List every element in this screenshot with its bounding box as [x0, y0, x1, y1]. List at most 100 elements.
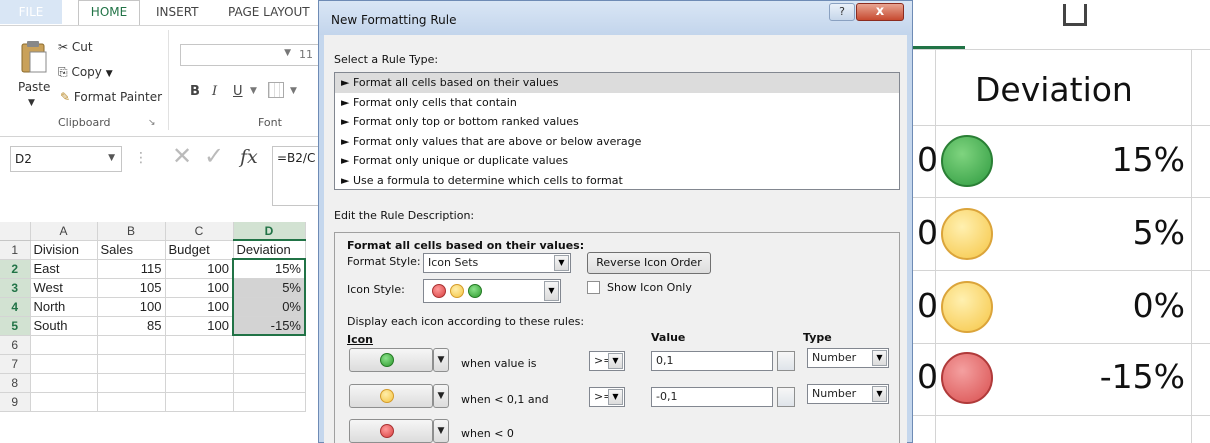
- reverse-icon-order-button[interactable]: Reverse Icon Order: [587, 252, 711, 274]
- cell-b6[interactable]: [97, 335, 166, 355]
- rule-type-item[interactable]: ► Use a formula to determine which cells…: [335, 171, 899, 191]
- paste-button[interactable]: Paste: [18, 80, 50, 94]
- value-input[interactable]: 0,1: [651, 351, 773, 371]
- chevron-down-icon[interactable]: ▼: [872, 386, 887, 402]
- cell-d8[interactable]: [233, 373, 306, 393]
- column-header-d[interactable]: D: [233, 222, 306, 241]
- font-size-dropdown-icon[interactable]: ▼: [284, 48, 291, 58]
- name-box-dropdown-icon[interactable]: ▼: [108, 153, 115, 163]
- chevron-down-icon[interactable]: ▼: [433, 419, 449, 443]
- cell-b9[interactable]: [97, 392, 166, 412]
- cell-a3[interactable]: West: [30, 278, 98, 298]
- rule-type-item[interactable]: ► Format only values that are above or b…: [335, 132, 899, 152]
- cell-c8[interactable]: [165, 373, 234, 393]
- formula-bar-splitter[interactable]: ⋮: [134, 150, 148, 166]
- select-all-corner[interactable]: [0, 222, 31, 241]
- column-header-b[interactable]: B: [97, 222, 166, 241]
- tab-home[interactable]: HOME: [78, 0, 140, 26]
- cell-c9[interactable]: [165, 392, 234, 412]
- row-header[interactable]: 5: [0, 316, 31, 336]
- dialog-launcher-icon[interactable]: ↘: [148, 118, 156, 128]
- cell-b3[interactable]: 105: [97, 278, 166, 298]
- range-picker-icon[interactable]: [777, 351, 795, 371]
- row-header[interactable]: 9: [0, 392, 31, 412]
- cell-a8[interactable]: [30, 373, 98, 393]
- rule-type-item[interactable]: ► Format all cells based on their values: [335, 73, 899, 93]
- paste-icon[interactable]: [20, 40, 48, 74]
- underline-button[interactable]: U: [233, 84, 243, 99]
- cell-d7[interactable]: [233, 354, 306, 374]
- value-input[interactable]: -0,1: [651, 387, 773, 407]
- cell-c1[interactable]: Budget: [165, 240, 234, 260]
- cell-a2[interactable]: East: [30, 259, 98, 279]
- operator-select[interactable]: >= ▼: [589, 351, 625, 371]
- rule-icon-select[interactable]: [349, 348, 433, 372]
- type-select[interactable]: Number ▼: [807, 384, 889, 404]
- insert-function-icon[interactable]: fx: [240, 146, 258, 168]
- cell-d1[interactable]: Deviation: [233, 240, 306, 260]
- rule-type-item[interactable]: ► Format only cells that contain: [335, 93, 899, 113]
- cell-c5[interactable]: 100: [165, 316, 234, 336]
- cell-a4[interactable]: North: [30, 297, 98, 317]
- cell-b7[interactable]: [97, 354, 166, 374]
- format-painter-button[interactable]: ✎ Format Painter: [60, 90, 162, 104]
- chevron-down-icon[interactable]: ▼: [433, 348, 449, 372]
- cell-c6[interactable]: [165, 335, 234, 355]
- tab-page-layout[interactable]: PAGE LAYOUT: [228, 5, 310, 19]
- copy-dropdown-icon[interactable]: ▼: [106, 69, 113, 79]
- row-header[interactable]: 1: [0, 240, 31, 260]
- cell-b4[interactable]: 100: [97, 297, 166, 317]
- cell-c3[interactable]: 100: [165, 278, 234, 298]
- column-header-a[interactable]: A: [30, 222, 98, 241]
- borders-dropdown-icon[interactable]: ▼: [290, 86, 297, 96]
- cancel-icon[interactable]: ✕: [172, 144, 192, 168]
- paste-dropdown-icon[interactable]: ▼: [28, 98, 35, 108]
- operator-select[interactable]: >= ▼: [589, 387, 625, 407]
- name-box[interactable]: D2 ▼: [10, 146, 122, 172]
- cell-d6[interactable]: [233, 335, 306, 355]
- cell-c2[interactable]: 100: [165, 259, 234, 279]
- enter-icon[interactable]: ✓: [204, 144, 224, 168]
- underline-dropdown-icon[interactable]: ▼: [250, 86, 257, 96]
- cell-d4[interactable]: 0%: [232, 297, 306, 317]
- cell-c7[interactable]: [165, 354, 234, 374]
- cell-b2[interactable]: 115: [97, 259, 166, 279]
- cell-a6[interactable]: [30, 335, 98, 355]
- type-select[interactable]: Number ▼: [807, 348, 889, 368]
- tab-insert[interactable]: INSERT: [156, 5, 199, 19]
- chevron-down-icon[interactable]: ▼: [544, 281, 559, 301]
- cell-b8[interactable]: [97, 373, 166, 393]
- show-icon-only-checkbox[interactable]: [587, 281, 600, 294]
- cell-c4[interactable]: 100: [165, 297, 234, 317]
- chevron-down-icon[interactable]: ▼: [608, 353, 623, 369]
- tab-file[interactable]: FILE: [0, 0, 62, 24]
- row-header[interactable]: 2: [0, 259, 31, 279]
- cut-button[interactable]: ✂ Cut: [58, 40, 93, 54]
- row-header[interactable]: 4: [0, 297, 31, 317]
- chevron-down-icon[interactable]: ▼: [608, 389, 623, 405]
- cell-a9[interactable]: [30, 392, 98, 412]
- copy-button[interactable]: ⎘ Copy ▼: [58, 65, 113, 80]
- cell-d3[interactable]: 5%: [232, 278, 306, 298]
- row-header[interactable]: 3: [0, 278, 31, 298]
- close-button[interactable]: x: [856, 3, 904, 21]
- cell-d9[interactable]: [233, 392, 306, 412]
- cell-a1[interactable]: Division: [30, 240, 98, 260]
- dialog-titlebar[interactable]: New Formatting Rule ? x: [319, 1, 912, 35]
- cell-d2-active[interactable]: 15%: [232, 258, 306, 279]
- column-header-c[interactable]: C: [165, 222, 234, 241]
- chevron-down-icon[interactable]: ▼: [554, 255, 569, 271]
- font-size-box[interactable]: 11 ▼: [180, 44, 320, 66]
- rule-type-item[interactable]: ► Format only top or bottom ranked value…: [335, 112, 899, 132]
- cell-a7[interactable]: [30, 354, 98, 374]
- row-header[interactable]: 7: [0, 354, 31, 374]
- help-button[interactable]: ?: [829, 3, 855, 21]
- rule-icon-select[interactable]: [349, 419, 433, 443]
- cell-b1[interactable]: Sales: [97, 240, 166, 260]
- borders-icon[interactable]: [268, 82, 284, 98]
- bold-button[interactable]: B: [190, 84, 200, 99]
- chevron-down-icon[interactable]: ▼: [433, 384, 449, 408]
- italic-button[interactable]: I: [212, 84, 217, 99]
- cell-b5[interactable]: 85: [97, 316, 166, 336]
- rule-type-item[interactable]: ► Format only unique or duplicate values: [335, 151, 899, 171]
